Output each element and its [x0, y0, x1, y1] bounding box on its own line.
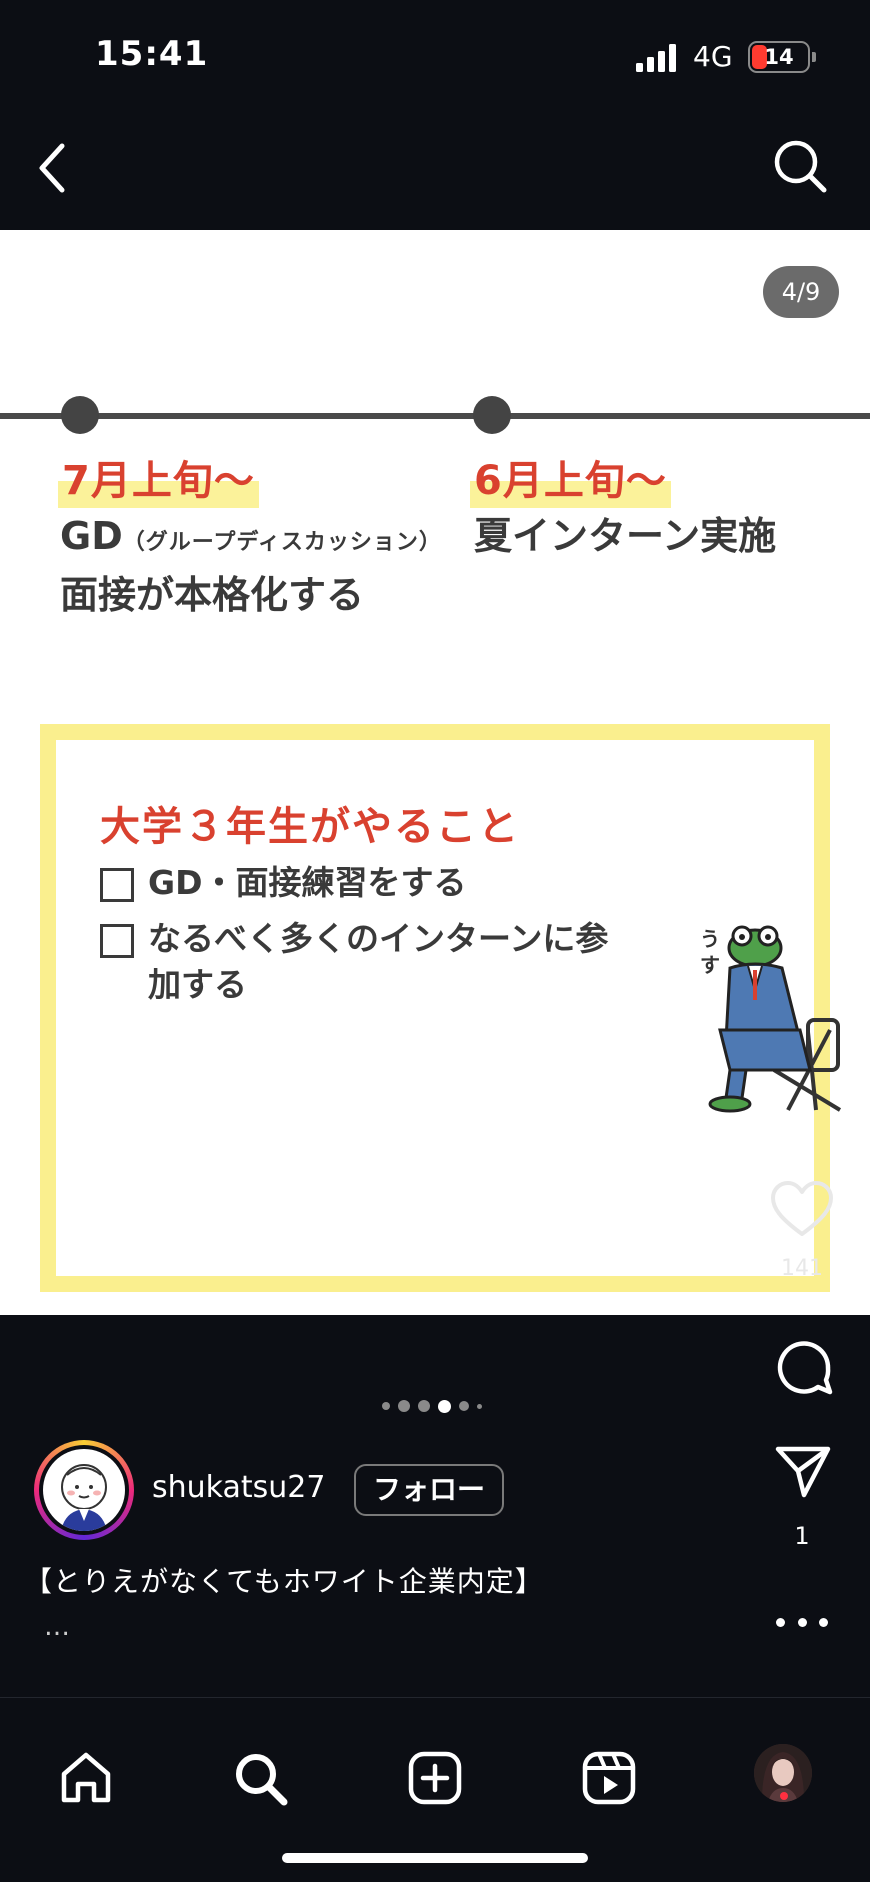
todo-text: GD・面接練習をする: [148, 863, 467, 902]
top-nav: [0, 110, 870, 230]
create-post-icon[interactable]: [407, 1750, 463, 1806]
todo-item: なるべく多くのインターンに参加する: [100, 916, 628, 1008]
like-count: 141: [781, 1256, 823, 1281]
battery-level: 14: [764, 45, 794, 69]
search-tab-icon[interactable]: [232, 1750, 288, 1806]
todo-title: 大学３年生がやること: [100, 804, 520, 850]
checkbox-icon: [100, 868, 134, 902]
checkbox-icon: [100, 924, 134, 958]
status-time: 15:41: [95, 34, 209, 74]
frog-speech: う: [700, 927, 720, 951]
home-indicator[interactable]: [282, 1853, 588, 1863]
network-type: 4G: [693, 40, 733, 73]
event-description: GD（グループディスカッション） 面接が本格化する: [60, 510, 442, 621]
caption-more[interactable]: …: [44, 1612, 72, 1642]
todo-text: なるべく多くのインターンに参加する: [148, 919, 609, 1004]
search-icon[interactable]: [770, 134, 830, 198]
pager-dot: [459, 1401, 469, 1411]
event-description: 夏インターン実施: [474, 510, 776, 562]
pager-dot: [382, 1402, 390, 1410]
send-icon[interactable]: [774, 1443, 832, 1499]
timeline-dot: [61, 396, 99, 434]
notification-dot: [780, 1792, 788, 1800]
share-count: 1: [794, 1522, 810, 1550]
back-arrow-icon[interactable]: [30, 132, 80, 204]
battery-icon: 14: [748, 41, 810, 73]
event-date: 7月上旬〜: [58, 448, 259, 508]
timeline-dot: [473, 396, 511, 434]
status-bar: 15:41 4G 14: [0, 0, 870, 110]
frog-illustration: う す: [700, 925, 842, 1113]
event-line: GD: [60, 514, 123, 558]
heart-icon[interactable]: [770, 1180, 834, 1238]
event-note: （グループディスカッション）: [122, 530, 442, 555]
svg-text:す: す: [700, 953, 720, 977]
timeline-line: [0, 413, 870, 419]
home-icon[interactable]: [58, 1750, 114, 1806]
battery-cap: [812, 52, 816, 62]
carousel-pager: [382, 1398, 490, 1414]
event-line: 面接が本格化する: [60, 573, 365, 617]
event-line: 夏インターン実施: [474, 514, 777, 558]
todo-item: GD・面接練習をする: [100, 860, 628, 906]
cellular-signal-icon: [636, 44, 676, 72]
pager-dot: [398, 1400, 410, 1412]
avatar-illustration: [43, 1449, 125, 1531]
more-options-icon[interactable]: [776, 1610, 828, 1634]
follow-button[interactable]: フォロー: [354, 1464, 504, 1516]
slide-counter: 4/9: [763, 266, 839, 318]
comment-icon[interactable]: [774, 1338, 834, 1398]
post-caption[interactable]: 【とりえがなくてもホワイト企業内定】: [24, 1560, 544, 1600]
post-image[interactable]: 4/9 7月上旬〜 GD（グループディスカッション） 面接が本格化する 6月上旬…: [0, 230, 870, 1315]
author-avatar[interactable]: [34, 1440, 134, 1540]
reels-icon[interactable]: [581, 1750, 637, 1806]
pager-dot: [477, 1403, 482, 1409]
event-date: 6月上旬〜: [470, 448, 671, 508]
author-username[interactable]: shukatsu27: [152, 1470, 325, 1505]
pager-dot: [438, 1399, 451, 1413]
pager-dot: [418, 1400, 430, 1412]
